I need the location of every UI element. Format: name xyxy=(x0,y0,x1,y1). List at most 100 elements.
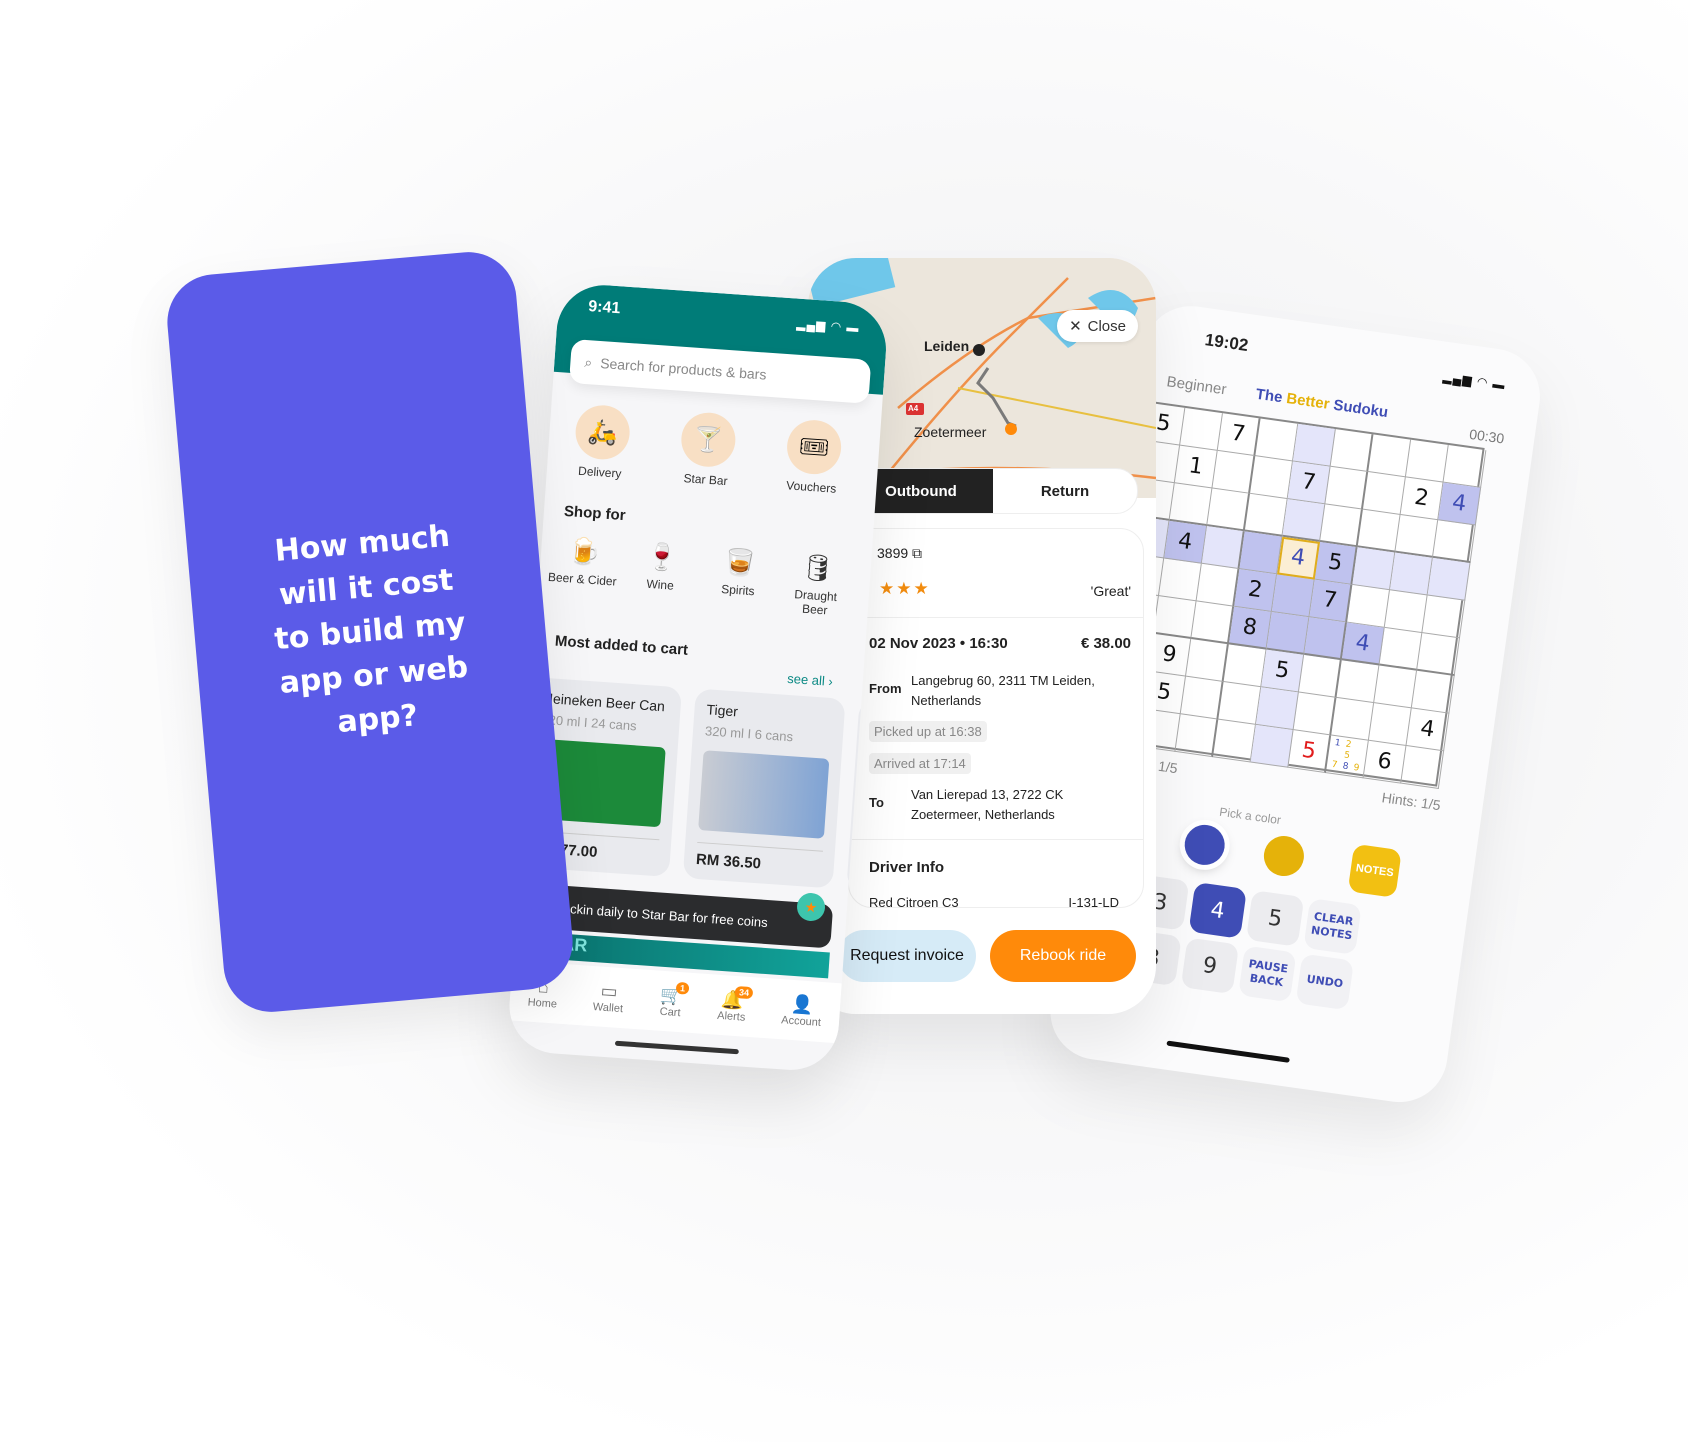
sudoku-cell[interactable] xyxy=(1175,714,1219,758)
sudoku-cell[interactable] xyxy=(1411,670,1455,714)
sudoku-cell[interactable] xyxy=(1191,601,1235,645)
category-wine[interactable]: 🍷 Wine xyxy=(624,539,698,608)
sudoku-cell[interactable]: 6 xyxy=(1363,740,1407,784)
sudoku-cell[interactable] xyxy=(1325,466,1369,510)
sudoku-cell[interactable]: 4 xyxy=(1277,536,1320,580)
sudoku-cell[interactable] xyxy=(1293,692,1337,736)
sudoku-cell[interactable]: 4 xyxy=(1341,622,1385,666)
sudoku-cell[interactable] xyxy=(1282,499,1326,543)
sudoku-cell[interactable] xyxy=(1352,547,1396,591)
sudoku-cell[interactable] xyxy=(1304,617,1348,661)
sudoku-cell[interactable] xyxy=(1207,488,1251,532)
sudoku-cell[interactable] xyxy=(1405,439,1449,483)
sudoku-cell[interactable] xyxy=(1422,595,1466,639)
sudoku-cell[interactable] xyxy=(1255,418,1299,462)
sudoku-cell[interactable]: 2 xyxy=(1400,477,1444,521)
sudoku-cell[interactable]: 8 xyxy=(1228,606,1272,650)
sudoku-cell[interactable] xyxy=(1384,590,1428,634)
keypad-undo-button[interactable]: UNDO xyxy=(1295,953,1355,1011)
copy-icon[interactable]: ⧉ xyxy=(912,545,922,561)
keypad-digit-4[interactable]: 4 xyxy=(1188,881,1247,939)
sudoku-cell[interactable] xyxy=(1330,429,1374,473)
sudoku-cell[interactable]: 4 xyxy=(1406,708,1450,752)
nav-account[interactable]: 👤 Account xyxy=(781,993,823,1028)
sudoku-cell[interactable] xyxy=(1347,584,1390,628)
sudoku-cell[interactable] xyxy=(1416,633,1460,677)
sudoku-cell[interactable] xyxy=(1180,676,1224,720)
sudoku-cell[interactable] xyxy=(1374,665,1417,709)
keypad-clear-notes-button[interactable]: CLEAR NOTES xyxy=(1303,898,1362,955)
sudoku-cell[interactable] xyxy=(1239,531,1283,575)
keypad-digit-9[interactable]: 9 xyxy=(1180,937,1240,995)
nav-wallet[interactable]: ▭ Wallet xyxy=(593,980,625,1015)
sudoku-cell[interactable] xyxy=(1223,644,1267,688)
sudoku-cell[interactable]: 5 xyxy=(1314,542,1358,585)
home-indicator[interactable] xyxy=(1166,1040,1290,1063)
tab-return[interactable]: Return xyxy=(993,469,1137,513)
home-indicator[interactable] xyxy=(614,1040,739,1055)
sudoku-cell[interactable] xyxy=(1336,660,1380,704)
sudoku-cell[interactable]: 1 xyxy=(1174,445,1218,489)
sudoku-grid[interactable]: 57172444527846955451257896 xyxy=(1098,400,1487,789)
sudoku-cell[interactable] xyxy=(1298,654,1342,698)
sudoku-cell[interactable] xyxy=(1368,703,1412,747)
close-button[interactable]: ✕ Close xyxy=(1057,310,1138,342)
quick-link-star-bar[interactable]: 🍸 Star Bar xyxy=(660,410,755,490)
color-blue-option[interactable] xyxy=(1182,822,1228,868)
sudoku-cell[interactable]: 2 xyxy=(1234,569,1278,612)
sudoku-cell[interactable] xyxy=(1401,746,1445,789)
nav-cart[interactable]: 🛒 Cart 1 xyxy=(659,981,690,1019)
sudoku-cell[interactable]: 7 xyxy=(1287,461,1331,505)
sudoku-cell[interactable] xyxy=(1331,697,1375,741)
sudoku-cell[interactable] xyxy=(1244,493,1288,537)
sudoku-cell[interactable] xyxy=(1180,407,1223,451)
sudoku-cell[interactable] xyxy=(1357,509,1401,553)
keypad-digit-5[interactable]: 5 xyxy=(1245,890,1305,947)
sudoku-cell[interactable] xyxy=(1395,514,1439,558)
sudoku-cell[interactable] xyxy=(1368,434,1412,478)
sudoku-cell[interactable]: 4 xyxy=(1438,482,1482,526)
rebook-ride-button[interactable]: Rebook ride xyxy=(990,930,1136,982)
notes-toggle-button[interactable]: NOTES xyxy=(1347,843,1402,898)
sudoku-cell[interactable] xyxy=(1427,557,1471,601)
sudoku-cell[interactable] xyxy=(1185,639,1229,682)
category-spirits[interactable]: 🥃 Spirits xyxy=(702,545,776,614)
sudoku-cell[interactable] xyxy=(1255,687,1299,731)
sudoku-cell[interactable] xyxy=(1201,526,1245,570)
sudoku-cell[interactable] xyxy=(1389,552,1433,596)
quick-link-delivery[interactable]: 🛵 Delivery xyxy=(554,402,649,482)
category-beer-cider[interactable]: 🍺 Beer & Cider xyxy=(546,534,620,603)
sudoku-cell[interactable] xyxy=(1292,423,1336,467)
sudoku-cell[interactable] xyxy=(1432,520,1476,564)
sudoku-cell[interactable] xyxy=(1212,450,1256,494)
sudoku-cell[interactable] xyxy=(1250,456,1293,500)
request-invoice-button[interactable]: Request invoice xyxy=(838,930,976,982)
sudoku-cell[interactable] xyxy=(1443,444,1487,488)
keypad-pause-back-button[interactable]: PAUSE BACK xyxy=(1238,945,1297,1003)
product-price: RM 36.50 xyxy=(695,841,823,877)
sudoku-cell[interactable] xyxy=(1250,724,1294,768)
sudoku-cell[interactable]: 5 xyxy=(1288,730,1332,774)
sudoku-cell[interactable] xyxy=(1379,627,1423,671)
sudoku-cell[interactable] xyxy=(1319,504,1363,548)
sudoku-cell[interactable] xyxy=(1218,681,1262,725)
sudoku-cell[interactable] xyxy=(1196,563,1240,607)
sudoku-cell[interactable]: 7 xyxy=(1309,579,1353,623)
category-draught-beer[interactable]: 🛢 Draught Beer xyxy=(779,550,853,619)
sudoku-cell[interactable]: 7 xyxy=(1217,413,1261,457)
color-yellow-option[interactable] xyxy=(1261,833,1307,879)
see-all-link[interactable]: see all › xyxy=(787,671,833,689)
sudoku-cell[interactable] xyxy=(1158,558,1202,602)
sudoku-cell[interactable]: 4 xyxy=(1164,520,1208,564)
sudoku-cell[interactable]: 125789 xyxy=(1325,735,1369,779)
nav-alerts[interactable]: 🔔 Alerts 34 xyxy=(717,985,754,1023)
sudoku-cell[interactable] xyxy=(1271,574,1315,618)
sudoku-cell[interactable]: 5 xyxy=(1261,649,1305,693)
sudoku-cell[interactable] xyxy=(1266,611,1310,655)
sudoku-cell[interactable] xyxy=(1212,719,1256,763)
quick-link-vouchers[interactable]: 🎟 Vouchers xyxy=(766,417,861,497)
sudoku-cell[interactable] xyxy=(1169,483,1213,527)
product-card[interactable]: Tiger 320 ml I 6 cans RM 36.50 xyxy=(682,688,846,889)
sudoku-cell[interactable] xyxy=(1362,472,1406,515)
sudoku-cell[interactable] xyxy=(1153,596,1197,640)
